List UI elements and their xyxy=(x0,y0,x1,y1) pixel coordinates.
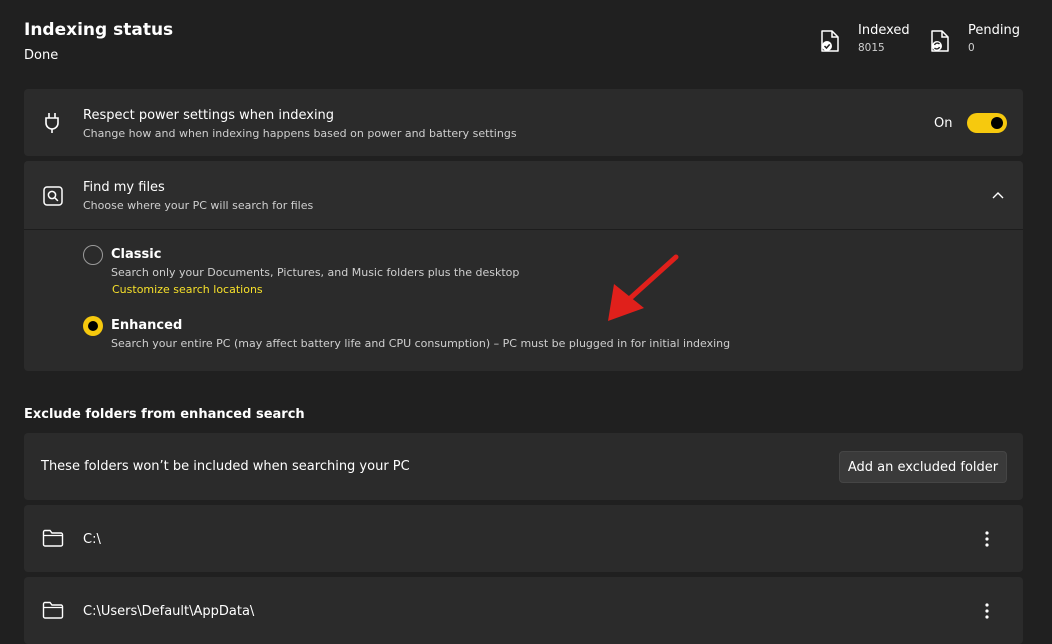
power-setting-title: Respect power settings when indexing xyxy=(83,108,335,123)
toggle-state-label: On xyxy=(934,116,953,131)
exclude-info-card: These folders won’t be included when sea… xyxy=(24,433,1023,500)
find-my-files-description: Choose where your PC will search for fil… xyxy=(83,199,314,212)
file-check-icon xyxy=(821,30,839,52)
exclude-info-text: These folders won’t be included when sea… xyxy=(41,459,410,474)
page-title: Indexing status xyxy=(24,20,174,40)
pending-count: 0 xyxy=(968,42,975,54)
toggle-knob xyxy=(991,117,1003,129)
search-document-icon xyxy=(43,186,63,206)
enhanced-option-description: Search your entire PC (may affect batter… xyxy=(111,337,731,350)
indexing-status-text: Done xyxy=(24,48,59,63)
indexed-label: Indexed xyxy=(858,23,910,38)
classic-option-description: Search only your Documents, Pictures, an… xyxy=(111,266,520,279)
customize-search-locations-link[interactable]: Customize search locations xyxy=(112,283,263,296)
excluded-folder-row[interactable]: C:\Users\Default\AppData\ xyxy=(24,577,1023,644)
classic-option-title[interactable]: Classic xyxy=(111,247,161,262)
indexed-stat: Indexed 8015 xyxy=(818,22,910,56)
divider xyxy=(24,229,1023,230)
exclude-folders-heading: Exclude folders from enhanced search xyxy=(24,407,305,422)
chevron-up-icon[interactable] xyxy=(991,190,1005,200)
pending-label: Pending xyxy=(968,23,1020,38)
file-sync-icon xyxy=(931,30,949,52)
power-setting-description: Change how and when indexing happens bas… xyxy=(83,127,517,140)
classic-radio[interactable] xyxy=(83,245,103,265)
find-my-files-header[interactable]: Find my files Choose where your PC will … xyxy=(24,161,1023,229)
more-vertical-icon[interactable] xyxy=(977,529,997,549)
folder-path: C:\ xyxy=(83,532,101,547)
annotation-arrow-icon xyxy=(608,254,679,321)
folder-icon xyxy=(42,601,64,619)
find-my-files-card: Find my files Choose where your PC will … xyxy=(24,161,1023,371)
indexed-count: 8015 xyxy=(858,42,885,54)
add-excluded-folder-button[interactable]: Add an excluded folder xyxy=(839,451,1007,483)
power-plug-icon xyxy=(45,113,59,133)
power-settings-toggle[interactable] xyxy=(967,113,1007,133)
power-settings-card: Respect power settings when indexing Cha… xyxy=(24,89,1023,156)
more-vertical-icon[interactable] xyxy=(977,601,997,621)
folder-icon xyxy=(42,529,64,547)
enhanced-option-title[interactable]: Enhanced xyxy=(111,318,182,333)
enhanced-radio[interactable] xyxy=(83,316,103,336)
find-my-files-title: Find my files xyxy=(83,180,165,195)
pending-stat: Pending 0 xyxy=(928,22,1020,56)
excluded-folder-row[interactable]: C:\ xyxy=(24,505,1023,572)
